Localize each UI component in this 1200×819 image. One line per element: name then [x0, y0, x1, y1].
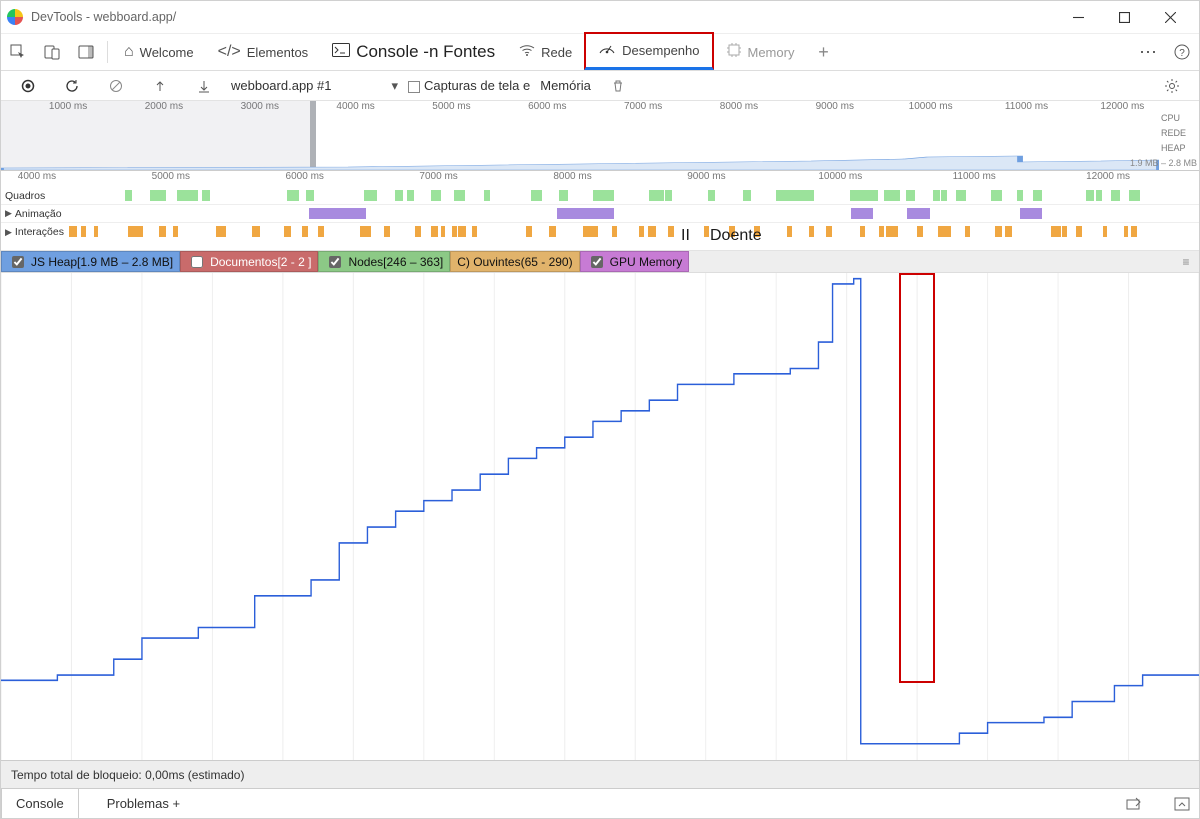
record-button[interactable]: [11, 70, 45, 102]
overview-heap: [1, 150, 1159, 170]
inspect-icon[interactable]: [1, 36, 35, 68]
more-icon[interactable]: ⋯: [1131, 36, 1165, 68]
download-button[interactable]: [187, 70, 221, 102]
label-cpu: CPU: [1161, 111, 1199, 126]
console-icon: [332, 43, 350, 62]
label-net: REDE: [1161, 126, 1199, 141]
trash-icon[interactable]: [601, 70, 635, 102]
memory-toggle[interactable]: Memória: [540, 78, 591, 93]
drawer-problems-label: Problemas +: [107, 796, 180, 811]
legend-listeners-label: C) Ouvintes(65 - 290): [457, 255, 572, 269]
blocking-time: Tempo total de bloqueio: 0,00ms (estimad…: [11, 768, 244, 782]
target-label: webboard.app #1: [231, 78, 331, 93]
titlebar: DevTools - webboard.app/: [1, 1, 1199, 33]
tab-performance[interactable]: Desempenho: [584, 32, 713, 70]
label-heap: HEAP: [1161, 141, 1199, 156]
drawer-tab-problems[interactable]: Problemas +: [93, 789, 194, 818]
add-tab[interactable]: +: [806, 36, 840, 68]
reload-button[interactable]: [55, 70, 89, 102]
drawer-console-label: Console: [16, 796, 64, 811]
panel-tabs: ⌂Welcome </>Elementos Console -n Fontes …: [1, 33, 1199, 71]
target-select[interactable]: webboard.app #1: [231, 78, 331, 93]
legend-docs-label: Documentos[2 - 2 ]: [210, 255, 311, 269]
drawer: Console Problemas +: [1, 788, 1199, 818]
window-close[interactable]: [1147, 1, 1193, 33]
window-maximize[interactable]: [1101, 1, 1147, 33]
tab-elements-label: Elementos: [247, 45, 308, 60]
highlight-box: [899, 273, 935, 683]
flamechart[interactable]: 4000 ms5000 ms6000 ms7000 ms8000 ms9000 …: [1, 171, 1199, 251]
clear-button[interactable]: [99, 70, 133, 102]
drawer-tab-console[interactable]: Console: [1, 788, 79, 818]
expand-icon: ▶: [5, 227, 12, 238]
wifi-icon: [519, 43, 535, 61]
row-frames-label: Quadros: [5, 190, 45, 202]
legend-nodes[interactable]: Nodes[246 – 363]: [318, 251, 450, 272]
home-icon: ⌂: [124, 43, 134, 61]
tab-welcome[interactable]: ⌂ Welcome: [112, 34, 206, 70]
tab-welcome-label: Welcome: [140, 45, 194, 60]
screenshots-label: Capturas de tela e: [424, 78, 530, 93]
settings-icon[interactable]: [1155, 70, 1189, 102]
tab-console-label: Console -n Fontes: [356, 42, 495, 62]
upload-button[interactable]: [143, 70, 177, 102]
tab-network-label: Rede: [541, 45, 572, 60]
memory-icon: [726, 42, 742, 63]
window-minimize[interactable]: [1055, 1, 1101, 33]
drawer-export-icon[interactable]: [1117, 788, 1151, 819]
legend-jsheap-label: JS Heap[1.9 MB – 2.8 MB]: [31, 255, 173, 269]
tab-elements[interactable]: </> Elementos: [206, 34, 321, 70]
legend-gpu-label: GPU Memory: [610, 255, 683, 269]
overview-heap-range: 1.9 MB – 2.8 MB: [1130, 158, 1197, 168]
tab-performance-label: Desempenho: [622, 43, 699, 58]
help-icon[interactable]: ?: [1165, 36, 1199, 68]
row-interactions[interactable]: ▶Interações: [1, 223, 1199, 241]
row-inter-label: Interações: [15, 226, 64, 238]
drawer-collapse-icon[interactable]: [1165, 788, 1199, 819]
overview-pane[interactable]: 1000 ms2000 ms3000 ms4000 ms5000 ms6000 …: [1, 101, 1199, 171]
overlay-text-2: Doente: [710, 227, 762, 245]
tab-console-sources[interactable]: Console -n Fontes: [320, 34, 507, 70]
memory-legend: JS Heap[1.9 MB – 2.8 MB] Documentos[2 - …: [1, 251, 1199, 273]
legend-gpu[interactable]: GPU Memory: [580, 251, 690, 272]
code-icon: </>: [218, 43, 241, 61]
overview-side-labels: CPU REDE HEAP: [1161, 111, 1199, 156]
perf-toolbar: webboard.app #1 ▾ Capturas de tela e Mem…: [1, 71, 1199, 101]
legend-docs[interactable]: Documentos[2 - 2 ]: [180, 251, 318, 272]
memory-chart[interactable]: [1, 273, 1199, 760]
legend-menu-icon[interactable]: ≡: [1173, 251, 1199, 272]
dock-icon[interactable]: [69, 36, 103, 68]
row-animation[interactable]: ▶Animação: [1, 205, 1199, 223]
legend-listeners[interactable]: C) Ouvintes(65 - 290): [450, 251, 579, 272]
row-anim-label: Animação: [15, 208, 62, 220]
window-title: DevTools - webboard.app/: [31, 10, 176, 24]
device-icon[interactable]: [35, 36, 69, 68]
app-icon: [7, 9, 23, 25]
performance-icon: [598, 41, 616, 60]
overlay-text-1: II: [681, 227, 690, 245]
tab-memory-label: Memory: [748, 45, 795, 60]
legend-jsheap[interactable]: JS Heap[1.9 MB – 2.8 MB]: [1, 251, 180, 272]
row-frames[interactable]: Quadros: [1, 187, 1199, 205]
summary-bar: Tempo total de bloqueio: 0,00ms (estimad…: [1, 760, 1199, 788]
dropdown-icon[interactable]: ▾: [391, 78, 398, 94]
expand-icon: ▶: [5, 208, 12, 219]
tab-network[interactable]: Rede: [507, 34, 584, 70]
legend-nodes-label: Nodes[246 – 363]: [348, 255, 443, 269]
screenshots-toggle[interactable]: Capturas de tela e: [408, 78, 530, 93]
flame-ruler: 4000 ms5000 ms6000 ms7000 ms8000 ms9000 …: [1, 171, 1199, 187]
svg-text:?: ?: [1179, 48, 1185, 59]
tab-memory[interactable]: Memory: [714, 34, 807, 70]
